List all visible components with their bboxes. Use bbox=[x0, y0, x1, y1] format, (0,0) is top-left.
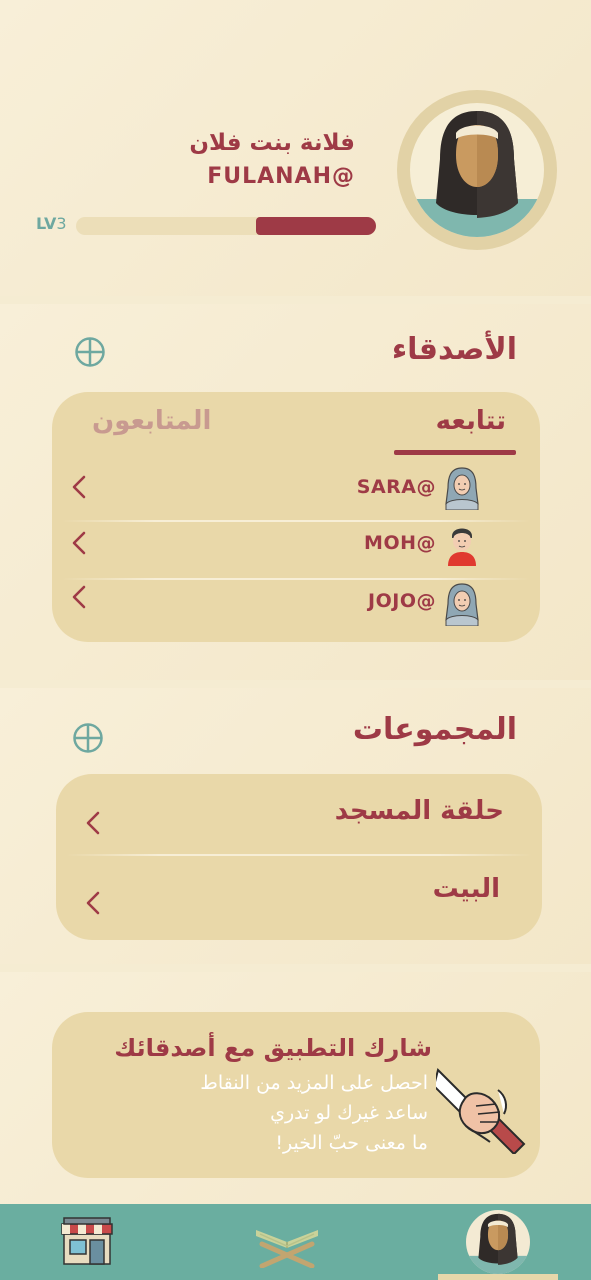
chevron-left-icon bbox=[86, 811, 100, 835]
hijab-avatar-icon bbox=[445, 583, 479, 626]
chevron-left-icon bbox=[86, 891, 100, 915]
groups-section: المجموعات حلقة المسجد البيت bbox=[0, 688, 591, 964]
level-prefix: LV bbox=[36, 214, 57, 233]
bottom-navigation bbox=[0, 1204, 591, 1280]
friend-handle: SARA@ bbox=[356, 476, 436, 498]
friend-row[interactable]: JOJO@ bbox=[52, 582, 540, 642]
friend-handle: MOH@ bbox=[364, 532, 436, 554]
share-card[interactable]: شارك التطبيق مع أصدقائك احصل على المزيد … bbox=[52, 1012, 540, 1178]
male-avatar-icon bbox=[448, 528, 476, 566]
groups-title: المجموعات bbox=[352, 712, 517, 747]
store-icon[interactable] bbox=[60, 1216, 114, 1266]
level-label: LV3 bbox=[36, 214, 67, 233]
group-name: البيت bbox=[432, 874, 500, 904]
profile-avatar-icon[interactable] bbox=[466, 1210, 530, 1274]
share-line-2: ساعد غيرك لو تدري bbox=[270, 1102, 428, 1124]
friend-row[interactable]: MOH@ bbox=[52, 522, 540, 582]
profile-avatar[interactable] bbox=[397, 90, 557, 250]
profile-handle: FULANAH@ bbox=[207, 164, 355, 189]
share-line-1: احصل على المزيد من النقاط bbox=[200, 1072, 428, 1094]
handshake-icon bbox=[436, 1068, 526, 1154]
friends-section: الأصدقاء تتابعه المتابعون SARA@ MOH@ JOJ… bbox=[0, 304, 591, 680]
share-line-3: ما معنى حبّ الخير! bbox=[275, 1132, 428, 1154]
chevron-left-icon bbox=[72, 585, 86, 609]
row-divider bbox=[62, 578, 530, 580]
active-nav-indicator bbox=[438, 1274, 558, 1280]
profile-name: فلانة بنت فلان bbox=[189, 130, 355, 156]
friends-card: تتابعه المتابعون SARA@ MOH@ JOJO@ bbox=[52, 392, 540, 642]
friend-handle: JOJO@ bbox=[368, 590, 436, 612]
chevron-left-icon bbox=[72, 475, 86, 499]
xp-progress-bar bbox=[76, 217, 376, 235]
add-group-icon[interactable] bbox=[72, 722, 104, 754]
quran-icon[interactable] bbox=[252, 1220, 322, 1268]
active-tab-indicator bbox=[394, 450, 516, 455]
profile-header: فلانة بنت فلان FULANAH@ LV3 bbox=[0, 0, 591, 296]
group-name: حلقة المسجد bbox=[334, 796, 504, 826]
hijab-avatar-icon bbox=[410, 111, 544, 237]
tab-following[interactable]: تتابعه bbox=[436, 406, 506, 436]
group-row[interactable]: حلقة المسجد bbox=[56, 774, 542, 854]
level-number: 3 bbox=[56, 214, 67, 233]
share-title: شارك التطبيق مع أصدقائك bbox=[114, 1034, 432, 1062]
share-section: شارك التطبيق مع أصدقائك احصل على المزيد … bbox=[0, 972, 591, 1204]
tab-followers[interactable]: المتابعون bbox=[92, 406, 211, 436]
hijab-avatar-icon bbox=[445, 467, 479, 510]
friends-title: الأصدقاء bbox=[391, 332, 517, 367]
add-friend-icon[interactable] bbox=[74, 336, 106, 368]
chevron-left-icon bbox=[72, 531, 86, 555]
friend-row[interactable]: SARA@ bbox=[52, 458, 540, 518]
hijab-avatar-icon bbox=[466, 1213, 530, 1274]
groups-card: حلقة المسجد البيت bbox=[56, 774, 542, 940]
xp-progress-fill bbox=[256, 217, 376, 235]
group-row[interactable]: البيت bbox=[56, 856, 542, 936]
